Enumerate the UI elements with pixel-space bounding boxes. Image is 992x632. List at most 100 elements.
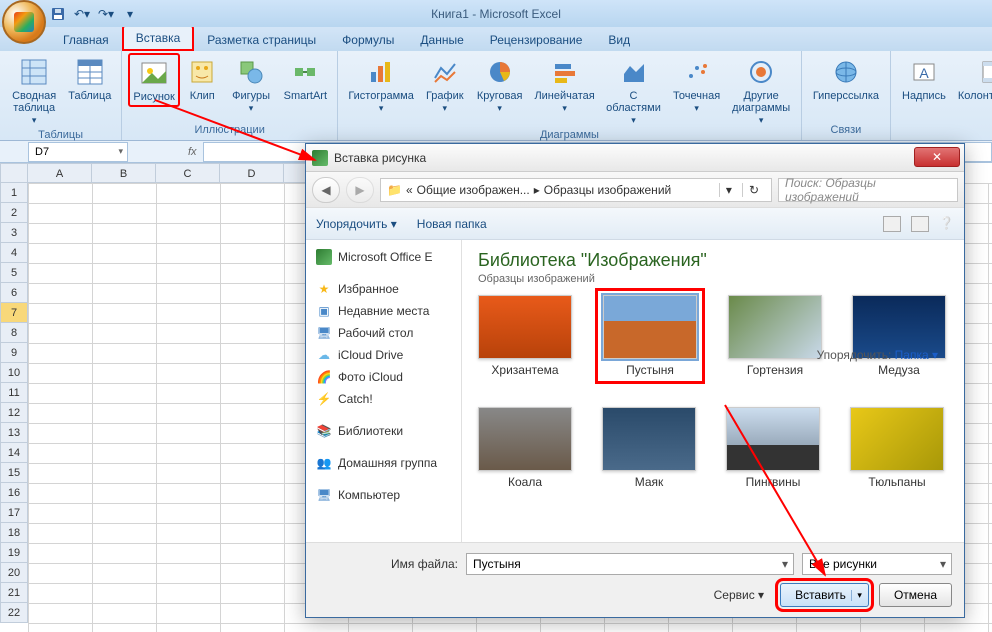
textbox-button[interactable]: A Надпись bbox=[897, 53, 951, 105]
row-header[interactable]: 11 bbox=[0, 383, 28, 403]
sidebar-item-catch[interactable]: ⚡Catch! bbox=[306, 388, 461, 410]
thumbnail-item[interactable]: Маяк bbox=[602, 407, 696, 489]
sidebar-item-recent[interactable]: ▣Недавние места bbox=[306, 300, 461, 322]
thumbnail-item[interactable]: Тюльпаны bbox=[850, 407, 944, 489]
row-header[interactable]: 19 bbox=[0, 543, 28, 563]
thumbnail-item[interactable]: Пустыня bbox=[595, 288, 705, 384]
row-header[interactable]: 9 bbox=[0, 343, 28, 363]
forward-button[interactable]: ▶ bbox=[346, 177, 374, 203]
row-header[interactable]: 18 bbox=[0, 523, 28, 543]
library-subtitle: Образцы изображений bbox=[478, 273, 948, 285]
row-header[interactable]: 16 bbox=[0, 483, 28, 503]
refresh-icon[interactable]: ↻ bbox=[742, 183, 765, 197]
thumbnail-image bbox=[602, 407, 696, 471]
row-header[interactable]: 1 bbox=[0, 183, 28, 203]
pie-chart-button[interactable]: Круговая bbox=[471, 53, 527, 117]
cancel-button[interactable]: Отмена bbox=[879, 583, 952, 607]
sidebar-item-office[interactable]: Microsoft Office E bbox=[306, 246, 461, 268]
shapes-button[interactable]: Фигуры bbox=[225, 53, 278, 117]
sort-link[interactable]: Папка ▾ bbox=[895, 348, 938, 362]
filetype-dropdown[interactable]: Все рисунки bbox=[802, 553, 952, 575]
col-header[interactable]: B bbox=[92, 163, 156, 183]
fx-label[interactable]: fx bbox=[188, 146, 197, 158]
thumbnail-item[interactable]: Медуза bbox=[852, 295, 946, 377]
sidebar-item-libraries[interactable]: 📚Библиотеки bbox=[306, 420, 461, 442]
breadcrumb[interactable]: 📁 « Общие изображен... ▸ Образцы изображ… bbox=[380, 178, 772, 202]
header-footer-button[interactable]: Колонтитулы bbox=[953, 53, 992, 105]
tab-home[interactable]: Главная bbox=[50, 28, 122, 51]
bar-chart-button[interactable]: Линейчатая bbox=[530, 53, 599, 117]
qat-dropdown-icon[interactable]: ▾ bbox=[120, 4, 140, 24]
row-header[interactable]: 17 bbox=[0, 503, 28, 523]
sidebar-item-favorites[interactable]: ★Избранное bbox=[306, 278, 461, 300]
tab-formulas[interactable]: Формулы bbox=[329, 28, 407, 51]
row-header[interactable]: 5 bbox=[0, 263, 28, 283]
area-chart-button[interactable]: С областями bbox=[601, 53, 665, 129]
sidebar-item-photo[interactable]: 🌈Фото iCloud bbox=[306, 366, 461, 388]
organize-menu[interactable]: Упорядочить ▾ bbox=[316, 217, 397, 231]
undo-icon[interactable]: ↶▾ bbox=[72, 4, 92, 24]
sidebar-item-homegroup[interactable]: 👥Домашняя группа bbox=[306, 452, 461, 474]
table-button[interactable]: Таблица bbox=[64, 53, 115, 105]
picture-button[interactable]: Рисунок bbox=[128, 53, 180, 107]
row-header[interactable]: 22 bbox=[0, 603, 28, 623]
other-charts-button[interactable]: Другие диаграммы bbox=[727, 53, 794, 129]
tab-view[interactable]: Вид bbox=[595, 28, 643, 51]
save-icon[interactable] bbox=[48, 4, 68, 24]
tab-page-layout[interactable]: Разметка страницы bbox=[194, 28, 329, 51]
row-header[interactable]: 14 bbox=[0, 443, 28, 463]
ribbon: Сводная таблица Таблица Таблицы Рисунок … bbox=[0, 51, 992, 141]
col-header[interactable]: D bbox=[220, 163, 284, 183]
back-button[interactable]: ◀ bbox=[312, 177, 340, 203]
preview-icon[interactable] bbox=[911, 216, 929, 232]
row-header[interactable]: 12 bbox=[0, 403, 28, 423]
select-all-corner[interactable] bbox=[0, 163, 28, 183]
thumbnail-item[interactable]: Хризантема bbox=[478, 295, 572, 377]
insert-button[interactable]: Вставить bbox=[780, 583, 869, 607]
sidebar-item-computer[interactable]: 🖥Компьютер bbox=[306, 484, 461, 506]
chevron-down-icon[interactable]: ▾ bbox=[719, 183, 738, 197]
close-button[interactable]: ✕ bbox=[914, 147, 960, 167]
office-button[interactable] bbox=[2, 0, 46, 44]
tab-data[interactable]: Данные bbox=[407, 28, 476, 51]
name-box[interactable]: D7 bbox=[28, 142, 128, 162]
dialog-title: Вставка рисунка bbox=[334, 151, 426, 165]
tab-review[interactable]: Рецензирование bbox=[477, 28, 596, 51]
thumbnail-item[interactable]: Пингвины bbox=[726, 407, 820, 489]
redo-icon[interactable]: ↷▾ bbox=[96, 4, 116, 24]
row-header[interactable]: 10 bbox=[0, 363, 28, 383]
sidebar-item-desktop[interactable]: 🖥Рабочий стол bbox=[306, 322, 461, 344]
row-header[interactable]: 8 bbox=[0, 323, 28, 343]
view-icon[interactable] bbox=[883, 216, 901, 232]
row-header[interactable]: 4 bbox=[0, 243, 28, 263]
search-input[interactable]: Поиск: Образцы изображений bbox=[778, 178, 958, 202]
dialog-sidebar: Microsoft Office E ★Избранное ▣Недавние … bbox=[306, 240, 462, 542]
column-chart-button[interactable]: Гистограмма bbox=[344, 53, 418, 117]
filename-input[interactable]: Пустыня bbox=[466, 553, 794, 575]
col-header[interactable]: A bbox=[28, 163, 92, 183]
service-menu[interactable]: Сервис ▾ bbox=[714, 588, 764, 602]
thumbnail-item[interactable]: Коала bbox=[478, 407, 572, 489]
col-header[interactable]: C bbox=[156, 163, 220, 183]
row-header[interactable]: 2 bbox=[0, 203, 28, 223]
row-header[interactable]: 6 bbox=[0, 283, 28, 303]
smartart-button[interactable]: SmartArt bbox=[280, 53, 332, 105]
row-header[interactable]: 13 bbox=[0, 423, 28, 443]
group-links: Гиперссылка Связи bbox=[802, 51, 891, 140]
hyperlink-button[interactable]: Гиперссылка bbox=[808, 53, 884, 105]
scatter-chart-button[interactable]: Точечная bbox=[668, 53, 726, 117]
bar-chart-icon bbox=[549, 56, 581, 88]
row-header[interactable]: 21 bbox=[0, 583, 28, 603]
line-chart-button[interactable]: График bbox=[420, 53, 469, 117]
row-header[interactable]: 15 bbox=[0, 463, 28, 483]
tab-insert[interactable]: Вставка bbox=[122, 25, 195, 51]
thumbnail-item[interactable]: Гортензия bbox=[728, 295, 822, 377]
sidebar-item-icloud[interactable]: ☁iCloud Drive bbox=[306, 344, 461, 366]
row-header[interactable]: 20 bbox=[0, 563, 28, 583]
help-icon[interactable]: ❔ bbox=[939, 216, 954, 232]
clip-button[interactable]: Клип bbox=[182, 53, 223, 105]
row-header[interactable]: 3 bbox=[0, 223, 28, 243]
new-folder-button[interactable]: Новая папка bbox=[417, 217, 487, 231]
pivot-table-button[interactable]: Сводная таблица bbox=[6, 53, 62, 129]
row-header[interactable]: 7 bbox=[0, 303, 28, 323]
